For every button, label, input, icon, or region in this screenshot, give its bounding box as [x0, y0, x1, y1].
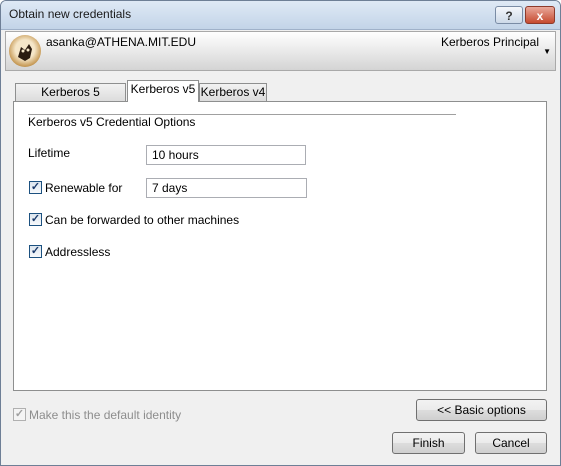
tab-kerberos-v5[interactable]: Kerberos v5	[127, 80, 199, 102]
help-button[interactable]: ?	[495, 6, 523, 24]
cancel-button[interactable]: Cancel	[475, 432, 547, 454]
credentials-dialog: Obtain new credentials ? x asanka@ATHENA…	[0, 0, 561, 466]
forwardable-label[interactable]: Can be forwarded to other machines	[45, 213, 239, 227]
addressless-checkbox[interactable]: ✓	[29, 245, 42, 258]
group-title: Kerberos v5 Credential Options	[28, 115, 196, 129]
kerberos-dog-icon	[9, 35, 41, 67]
title-bar[interactable]: Obtain new credentials ? x	[1, 1, 560, 30]
default-identity-label: Make this the default identity	[29, 408, 182, 422]
tab-kerberos-v4[interactable]: Kerberos v4	[199, 83, 267, 101]
addressless-label[interactable]: Addressless	[45, 245, 110, 259]
forwardable-checkbox[interactable]: ✓	[29, 213, 42, 226]
lifetime-input[interactable]: 10 hours	[146, 145, 306, 165]
identity-type: Kerberos Principal	[440, 35, 539, 49]
tab-kerberos-5-password[interactable]: Kerberos 5 password	[15, 83, 126, 116]
identity-name: asanka@ATHENA.MIT.EDU	[46, 35, 196, 49]
identity-selector[interactable]: asanka@ATHENA.MIT.EDU Kerberos Principal…	[5, 31, 556, 71]
renewable-label[interactable]: Renewable for	[45, 181, 122, 195]
triangle-down-icon[interactable]: ▼	[543, 47, 551, 56]
renewable-checkbox[interactable]: ✓	[29, 181, 42, 194]
kerberos-v5-panel: Kerberos v5 Credential Options Lifetime …	[13, 101, 547, 391]
default-identity-checkbox[interactable]: ✓	[13, 408, 26, 421]
renewable-input[interactable]: 7 days	[146, 178, 307, 198]
lifetime-label: Lifetime	[28, 146, 71, 160]
finish-button[interactable]: Finish	[392, 432, 465, 454]
window-title: Obtain new credentials	[9, 7, 132, 21]
close-button[interactable]: x	[525, 6, 555, 24]
basic-options-button[interactable]: << Basic options	[416, 399, 547, 421]
